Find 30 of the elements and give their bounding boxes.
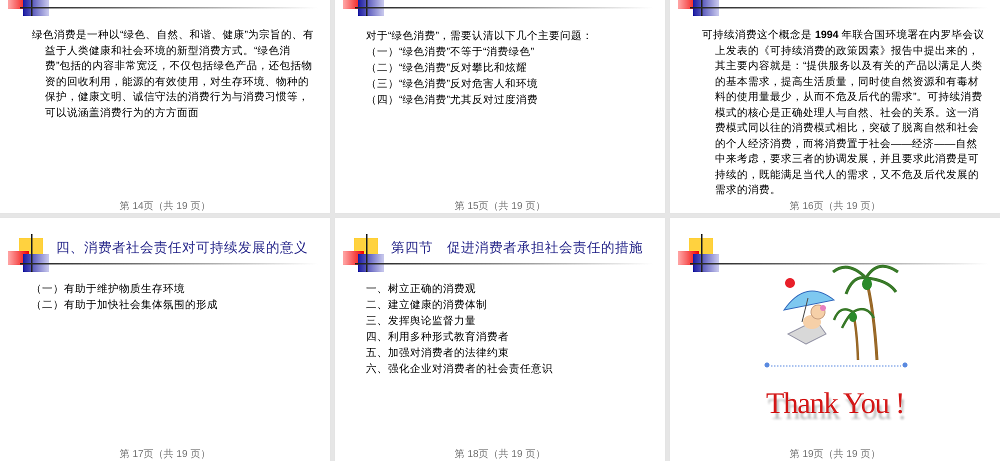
- list-item: （三）“绿色消费”反对危害人和环境: [366, 77, 540, 92]
- list-item: 三、发挥舆论监督力量: [366, 314, 477, 329]
- list-item: （二）“绿色消费”反对攀比和炫耀: [366, 61, 528, 76]
- list-item: （四）“绿色消费”尤其反对过度消费: [366, 93, 540, 108]
- slide-thumbnail[interactable]: Thank You ! 第 19页（共 19 页）: [670, 218, 1000, 461]
- page-number: 第 18页（共 19 页）: [454, 449, 546, 461]
- slide-thumbnail[interactable]: 四、消费者社会责任对可持续发展的意义 （一）有助于维护物质生存环境 （二）有助于加快社会集体氛围的形成 第 17页（共 19 页）: [0, 218, 330, 461]
- list-item: 六、强化企业对消费者的社会责任意识: [366, 362, 553, 377]
- thank-you-text: Thank You !: [766, 386, 904, 422]
- slide-thumbnail[interactable]: 绿色消费是一种以“绿色、自然、和谐、健康”为宗旨的、有益于人类健康和社会环境的新型消费方式。“绿色消费”包括的内容非常宽泛，不仅包括绿色产品，还包括物资的回收利用，能源的有效使用，对生存环境、物种的保护，健康文明、诚信守法的消费行为与消费习惯等，可以说涵盖消费行为的方方面面 第 14页（共 19 页）: [0, 0, 330, 213]
- list-item: 二、建立健康的消费体制: [366, 298, 488, 313]
- slide-thumbnail[interactable]: 第四节 促进消费者承担社会责任的措施 一、树立正确的消费观 二、建立健康的消费体制 三、发挥舆论监督力量 四、利用多种形式教育消费者 五、加强对消费者的法律约束 六、强化企业对消费者的社会责任意识 第 18页（共 19 页）: [335, 218, 665, 461]
- list-item: （一）有助于维护物质生存环境: [31, 282, 186, 297]
- list-item: 四、利用多种形式教育消费者: [366, 330, 510, 345]
- list-item: 五、加强对消费者的法律约束: [366, 346, 510, 361]
- list-item: 对于“绿色消费”，需要认清以下几个主要问题：: [366, 29, 594, 44]
- page-number: 第 19页（共 19 页）: [788, 449, 882, 461]
- page-number: 第 17页（共 19 页）: [118, 449, 212, 461]
- list-item: （一）“绿色消费”不等于“消费绿色”: [366, 45, 536, 60]
- page-number: 第 16页（共 19 页）: [788, 201, 882, 213]
- page-number: 第 15页（共 19 页）: [454, 201, 546, 213]
- slide-title: 四、消费者社会责任对可持续发展的意义: [56, 239, 308, 257]
- body-paragraph: 可持续消费这个概念是 1994 年联合国环境署在内罗毕会议上发表的《可持续消费的政策因素》报告中提出来的，其主要内容就是：“提供服务以及有关的产品以满足人类的基本需求，提高生活质量，同时使自然资源和有毒材料的使用量最少，从而不危及后代的需求”。可持续消费模式的核心是正确处理人与自然、社会的关系。这一消费模式同以往的消费模式相比，突破了脱离自然和社会的个人经济消费，而将消费置于社会——经济——自然中来考虑，要求三者的协调发展，并且要求此消费是可持续的，既能满足当代人的需求，又不危及后代发展的需求的消费。: [702, 28, 986, 198]
- page-number: 第 14页（共 19 页）: [118, 201, 212, 213]
- slide-title: 第四节 促进消费者承担社会责任的措施: [391, 239, 643, 257]
- body-paragraph: 绿色消费是一种以“绿色、自然、和谐、健康”为宗旨的、有益于人类健康和社会环境的新型消费方式。“绿色消费”包括的内容非常宽泛，不仅包括绿色产品，还包括物资的回收利用，能源的有效使用，对生存环境、物种的保护，健康文明、诚信守法的消费行为与消费习惯等，可以说涵盖消费行为的方方面面: [32, 28, 316, 120]
- slide-thumbnail[interactable]: [670, 0, 1000, 213]
- list-item: 一、树立正确的消费观: [366, 282, 477, 297]
- slide-thumbnail[interactable]: 对于“绿色消费”，需要认清以下几个主要问题： （一）“绿色消费”不等于“消费绿色” （二）“绿色消费”反对攀比和炫耀 （三）“绿色消费”反对危害人和环境 （四）“绿色消费”尤其反对过度消费 第 15页（共 19 页）: [335, 0, 665, 213]
- list-item: （二）有助于加快社会集体氛围的形成: [31, 298, 218, 313]
